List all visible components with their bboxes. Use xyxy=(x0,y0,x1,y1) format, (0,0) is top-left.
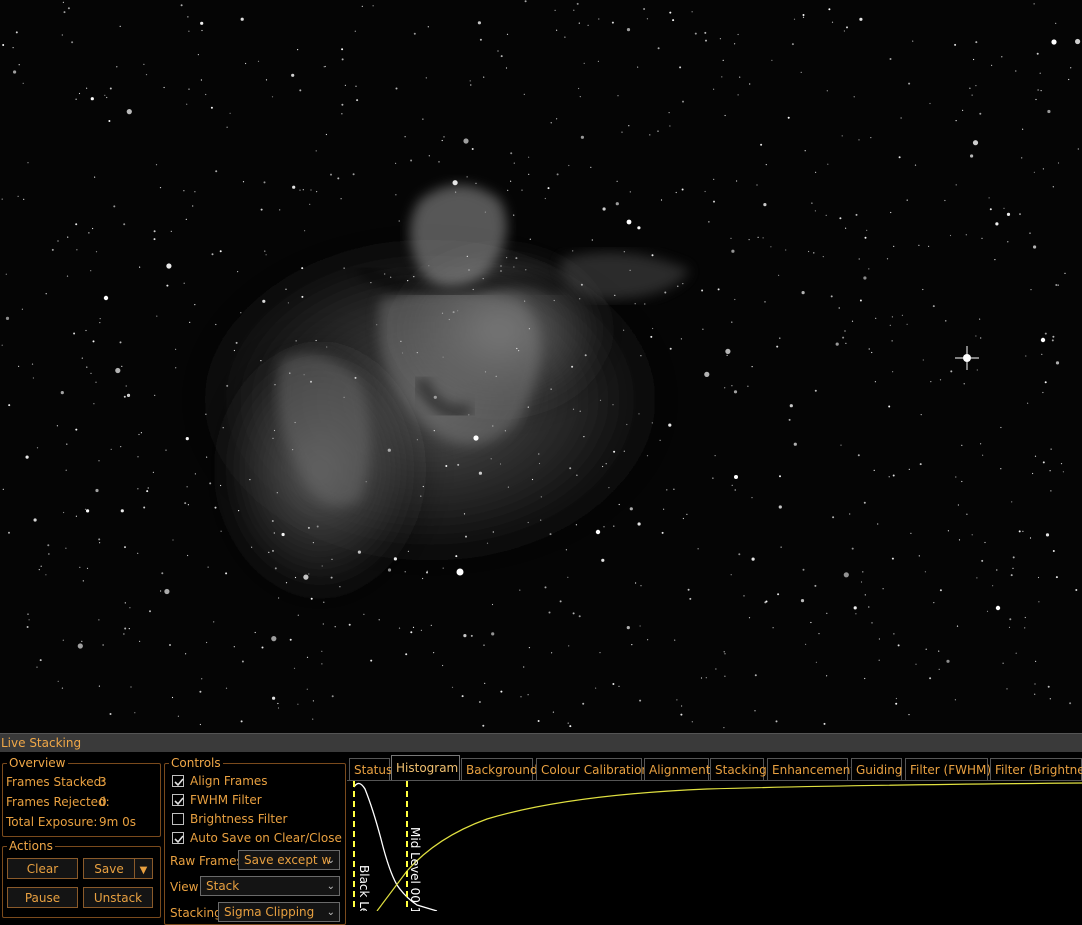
total-exposure-label: Total Exposure: xyxy=(6,815,98,829)
tab-background[interactable]: Background xyxy=(461,758,538,780)
pause-button[interactable]: Pause xyxy=(7,887,78,908)
tab-filter-fwhm[interactable]: Filter (FWHM) xyxy=(905,758,991,780)
histogram-chart[interactable]: Black Level Mid Level 00 10 xyxy=(347,781,1082,911)
tab-histogram[interactable]: Histogram xyxy=(391,755,460,780)
actions-group: Actions Clear Save ▼ Pause Unstack xyxy=(2,839,161,918)
frames-rejected-value: 0 xyxy=(99,795,107,809)
tab-guiding[interactable]: Guiding xyxy=(851,758,902,780)
fwhm-filter-label[interactable]: FWHM Filter xyxy=(190,793,262,807)
tab-status[interactable]: Status xyxy=(349,758,392,780)
brightness-filter-checkbox[interactable] xyxy=(172,813,184,825)
save-button[interactable]: Save xyxy=(83,858,135,879)
view-select[interactable]: Stack ⌄ xyxy=(200,876,340,896)
tab-alignment[interactable]: Alignment xyxy=(644,758,710,780)
panel-title: Live Stacking xyxy=(0,734,1082,752)
fwhm-filter-checkbox[interactable] xyxy=(172,794,184,806)
unstack-button[interactable]: Unstack xyxy=(83,887,153,908)
tab-stacking[interactable]: Stacking xyxy=(710,758,767,780)
overview-legend: Overview xyxy=(7,756,68,770)
save-dropdown-button[interactable]: ▼ xyxy=(134,858,153,879)
view-value: Stack xyxy=(206,879,240,893)
chevron-down-icon: ⌄ xyxy=(326,881,335,892)
auto-save-checkbox[interactable] xyxy=(172,832,184,844)
clear-button[interactable]: Clear xyxy=(7,858,78,879)
frames-rejected-label: Frames Rejected: xyxy=(6,795,110,809)
tab-enhancement[interactable]: Enhancement xyxy=(767,758,855,780)
chevron-down-icon: ⌄ xyxy=(326,907,335,918)
mid-level-label: Mid Level 00 10 xyxy=(408,827,422,911)
chevron-down-icon: ⌄ xyxy=(326,855,335,866)
check-icon xyxy=(174,835,184,844)
check-icon xyxy=(174,778,184,787)
raw-frames-value: Save except w xyxy=(244,853,332,867)
frames-stacked-label: Frames Stacked: xyxy=(6,775,106,789)
stacking-label: Stacking xyxy=(170,906,222,920)
live-stacking-panel: Live Stacking Overview Frames Stacked: 3… xyxy=(0,733,1082,925)
tab-filter-brightness[interactable]: Filter (Brightness) xyxy=(990,758,1082,780)
raw-frames-select[interactable]: Save except w ⌄ xyxy=(238,850,340,870)
align-frames-label[interactable]: Align Frames xyxy=(190,774,268,788)
controls-group: Controls Align Frames FWHM Filter Bright… xyxy=(164,756,346,925)
raw-frames-label: Raw Frames xyxy=(170,854,243,868)
stacked-image-view[interactable] xyxy=(0,0,1082,733)
view-label: View xyxy=(170,880,199,894)
auto-save-label[interactable]: Auto Save on Clear/Close xyxy=(190,831,342,845)
check-icon xyxy=(174,797,184,806)
tab-colour-calibration[interactable]: Colour Calibration xyxy=(536,758,649,780)
overview-group: Overview Frames Stacked: 3 Frames Reject… xyxy=(2,756,161,837)
controls-legend: Controls xyxy=(169,756,223,770)
frames-stacked-value: 3 xyxy=(99,775,107,789)
black-level-label: Black Level xyxy=(357,865,371,911)
align-frames-checkbox[interactable] xyxy=(172,775,184,787)
actions-legend: Actions xyxy=(7,839,55,853)
chevron-down-icon: ▼ xyxy=(139,865,148,876)
brightness-filter-label[interactable]: Brightness Filter xyxy=(190,812,287,826)
stacking-value: Sigma Clipping xyxy=(224,905,315,919)
stacking-select[interactable]: Sigma Clipping ⌄ xyxy=(218,902,340,922)
total-exposure-value: 9m 0s xyxy=(99,815,137,829)
